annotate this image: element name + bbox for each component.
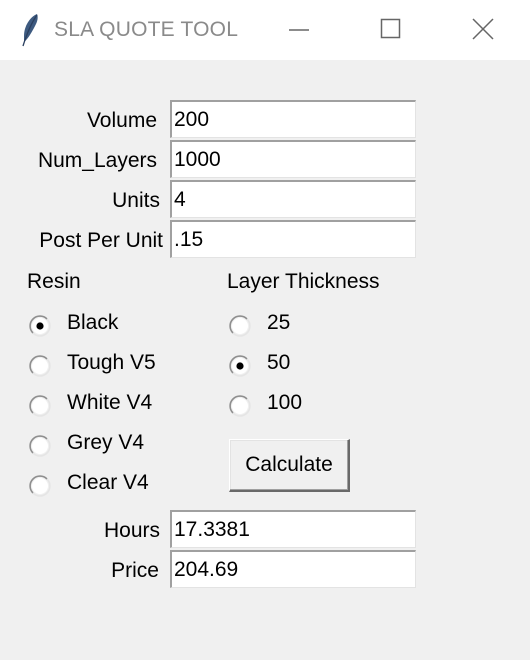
price-output[interactable] [170, 550, 416, 588]
post-per-unit-label: Post Per Unit [39, 229, 163, 252]
window-title: SLA QUOTE TOOL [54, 18, 239, 41]
volume-input[interactable] [170, 100, 416, 138]
close-button[interactable] [438, 0, 528, 60]
radio-unselected-icon [29, 435, 51, 457]
price-label: Price [111, 559, 159, 582]
num-layers-label: Num_Layers [37, 149, 157, 172]
resin-label-black: Black [67, 311, 119, 334]
title-bar: SLA QUOTE TOOL [0, 0, 530, 60]
minimize-icon [289, 29, 309, 31]
layer-thickness-heading: Layer Thickness [227, 270, 380, 293]
layer-label-100: 100 [267, 391, 303, 414]
radio-unselected-icon [229, 395, 251, 417]
resin-label-grey-v4: Grey V4 [67, 431, 145, 454]
calculate-button[interactable]: Calculate [229, 439, 350, 492]
post-per-unit-input[interactable] [170, 220, 416, 258]
radio-selected-icon [229, 355, 251, 377]
radio-selected-icon [29, 315, 51, 337]
feather-icon [22, 14, 38, 47]
close-icon [472, 18, 494, 40]
hours-label: Hours [103, 519, 160, 542]
hours-output[interactable] [170, 510, 416, 548]
minimize-button[interactable] [254, 0, 344, 60]
maximize-icon [380, 18, 401, 39]
resin-heading: Resin [27, 270, 81, 293]
resin-label-tough-v5: Tough V5 [67, 351, 156, 374]
maximize-button[interactable] [346, 0, 436, 60]
radio-unselected-icon [229, 315, 251, 337]
units-input[interactable] [170, 180, 416, 218]
radio-unselected-icon [29, 395, 51, 417]
resin-label-clear-v4: Clear V4 [67, 471, 149, 494]
units-label: Units [112, 189, 160, 212]
resin-label-white-v4: White V4 [67, 391, 153, 414]
volume-label: Volume [86, 109, 157, 132]
layer-label-50: 50 [267, 351, 291, 374]
num-layers-input[interactable] [170, 140, 416, 178]
radio-unselected-icon [29, 475, 51, 497]
layer-label-25: 25 [267, 311, 291, 334]
radio-unselected-icon [29, 355, 51, 377]
